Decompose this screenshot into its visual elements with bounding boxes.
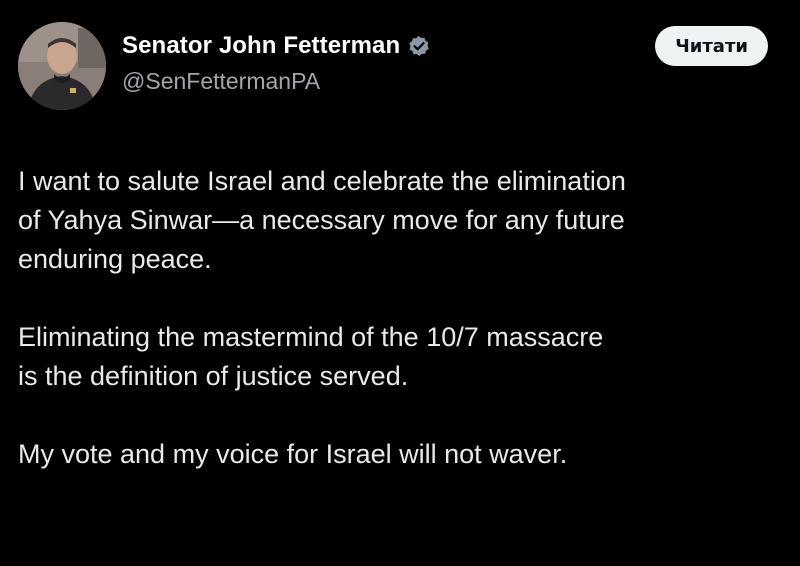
text-line: enduring peace.	[18, 244, 212, 274]
tweet-text: I want to salute Israel and celebrate th…	[18, 162, 788, 474]
text-line: My vote and my voice for Israel will not…	[18, 439, 568, 469]
profile-photo	[18, 22, 106, 110]
verified-badge-icon	[407, 34, 431, 58]
text-line: I want to salute Israel and celebrate th…	[18, 166, 626, 196]
tweet-paragraph: I want to salute Israel and celebrate th…	[18, 162, 788, 279]
avatar[interactable]	[18, 22, 106, 110]
tweet-header: Senator John Fetterman @SenFettermanPA Ч…	[18, 22, 782, 112]
display-name[interactable]: Senator John Fetterman	[122, 32, 400, 60]
tweet-paragraph: My vote and my voice for Israel will not…	[18, 435, 788, 474]
text-line: of Yahya Sinwar—a necessary move for any…	[18, 205, 625, 235]
tweet-paragraph: Eliminating the mastermind of the 10/7 m…	[18, 318, 788, 396]
user-handle[interactable]: @SenFettermanPA	[122, 68, 602, 95]
text-line: Eliminating the mastermind of the 10/7 m…	[18, 322, 604, 352]
name-row: Senator John Fetterman	[122, 28, 602, 64]
text-line: is the definition of justice served.	[18, 361, 409, 391]
tweet-card: Senator John Fetterman @SenFettermanPA Ч…	[0, 0, 800, 566]
follow-button[interactable]: Читати	[655, 26, 768, 66]
author-identity: Senator John Fetterman @SenFettermanPA	[122, 28, 602, 95]
